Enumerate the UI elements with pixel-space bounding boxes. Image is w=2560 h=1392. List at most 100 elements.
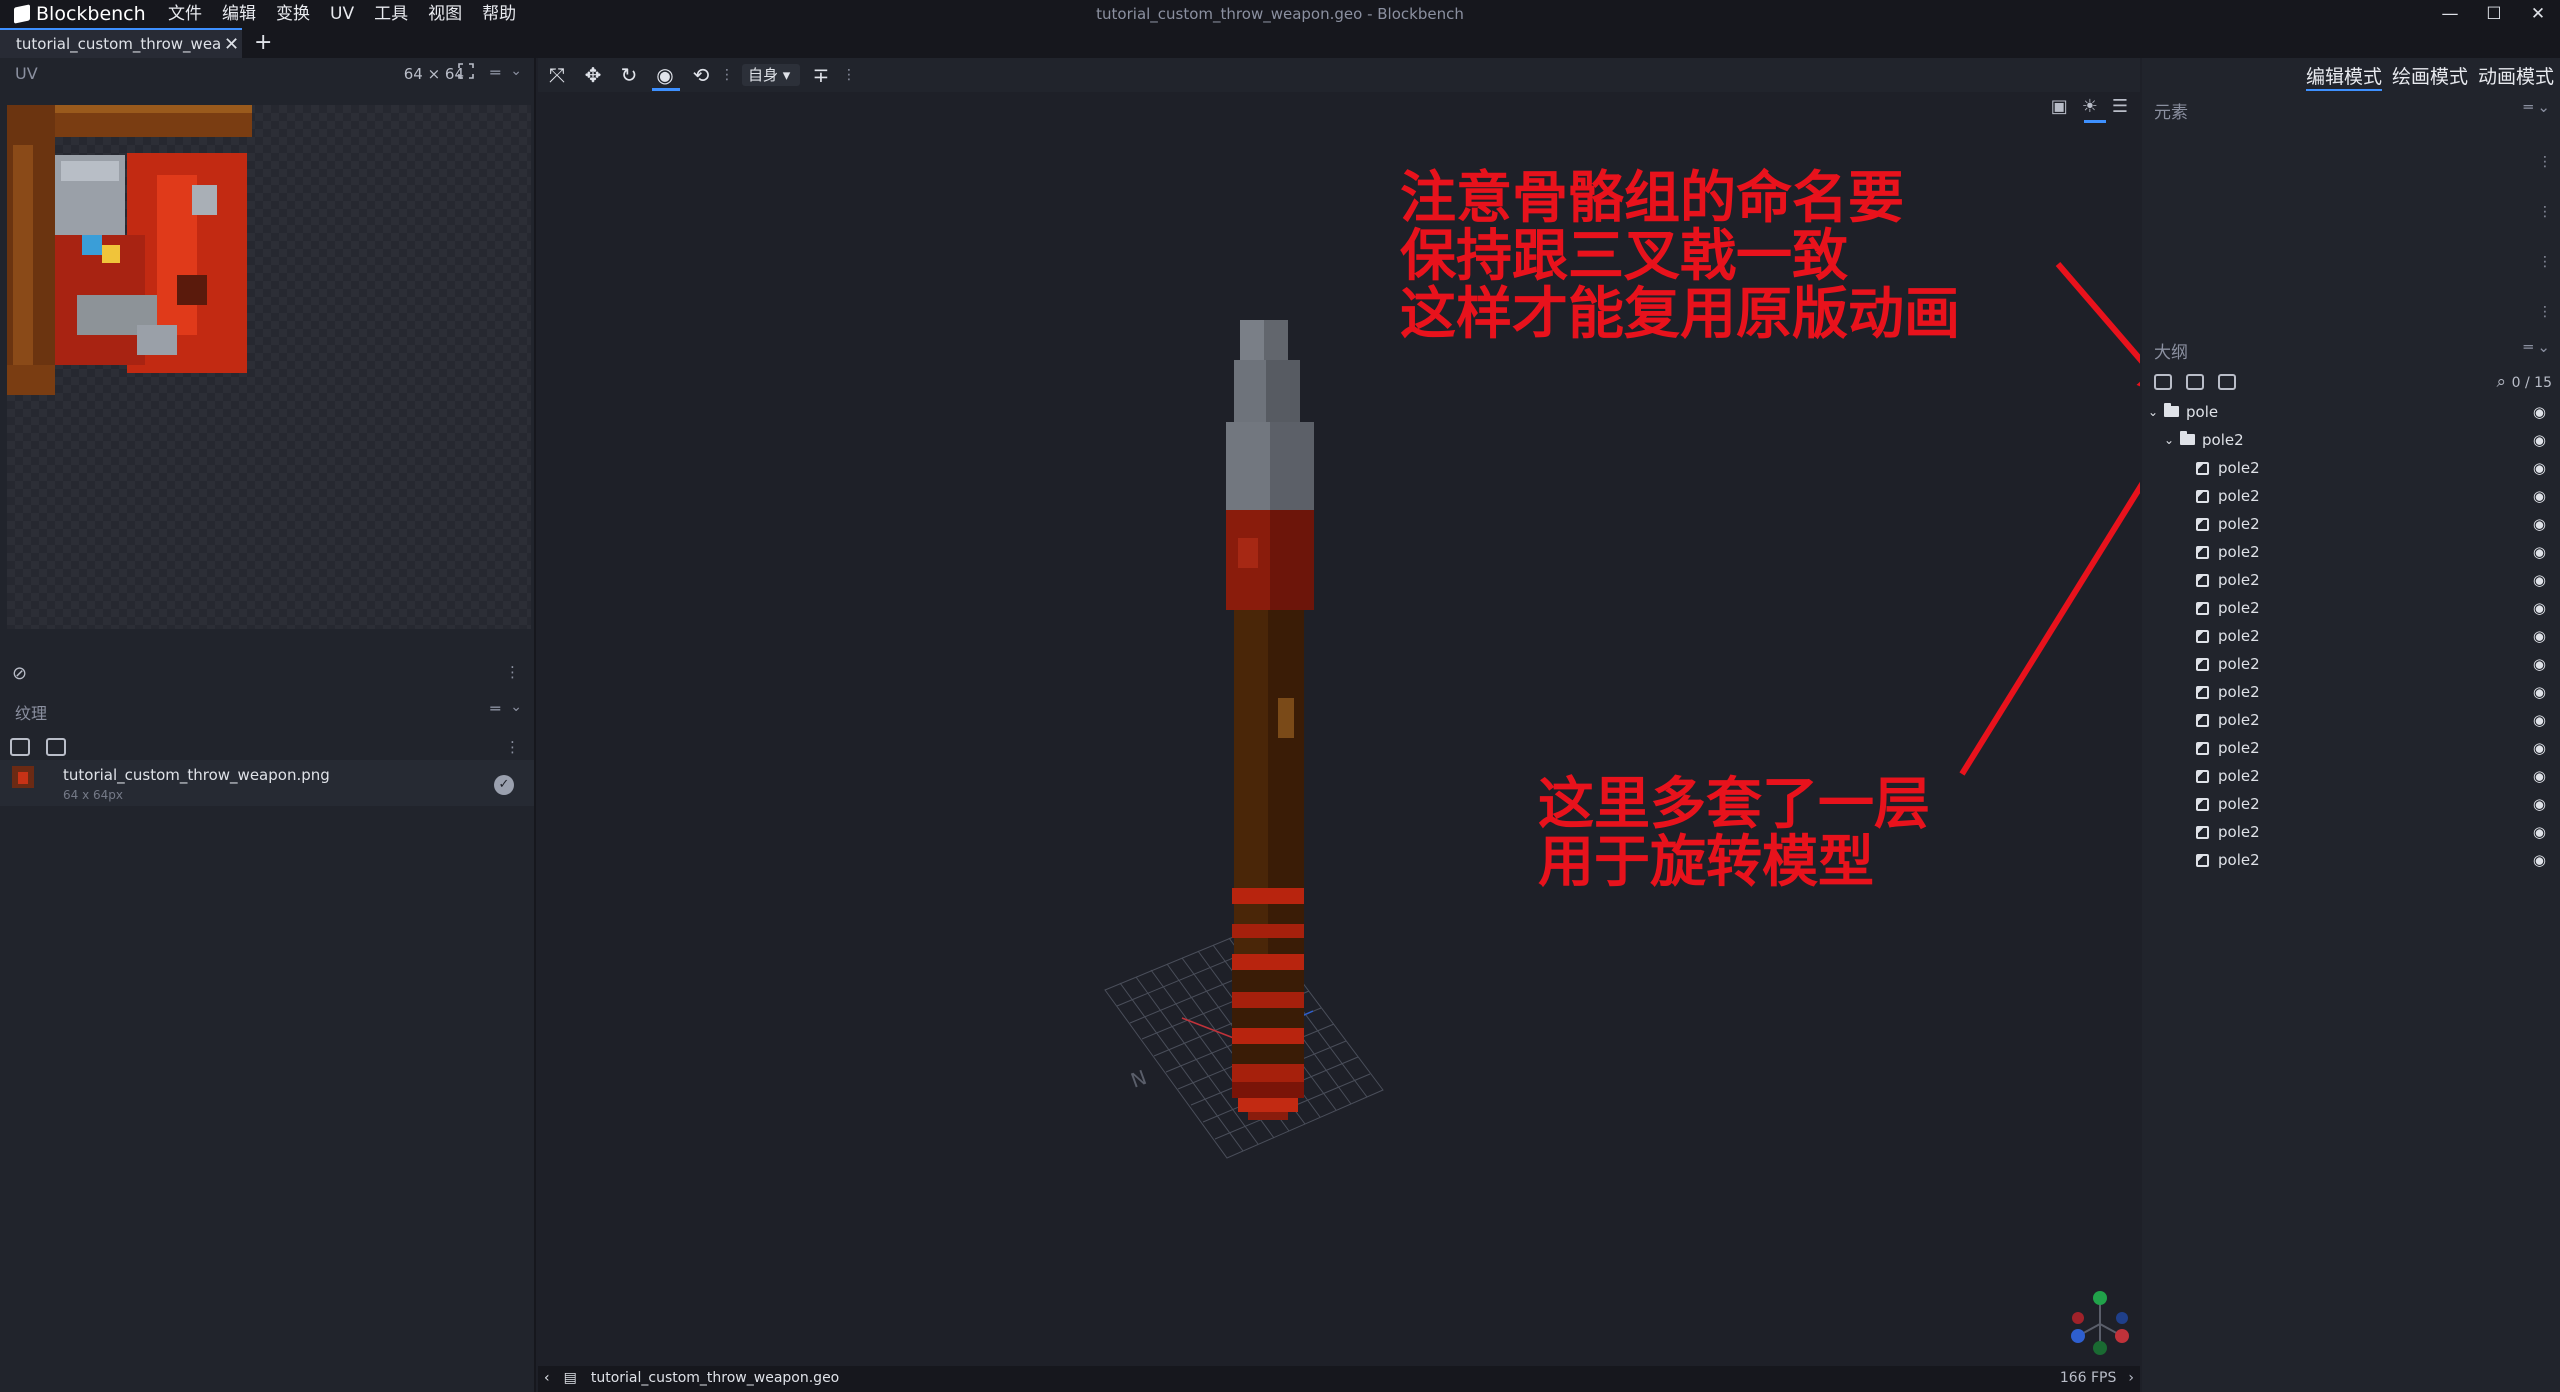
add-tab-button[interactable]: + [254,28,272,58]
viewport-menu-icon[interactable]: ☰ [2112,96,2128,117]
outliner-cube-row[interactable]: pole2 ◉ [2142,706,2560,734]
rotate-tool-icon[interactable]: ◉ [652,62,678,88]
screenshot-icon[interactable]: ▣ [2051,96,2068,117]
import-texture-icon[interactable] [10,738,30,756]
outliner-cube-row[interactable]: pole2 ◉ [2142,622,2560,650]
element-more-icon-4[interactable]: ⋮ [2538,304,2552,320]
pivot-tool-icon[interactable]: ⟲ [688,62,714,88]
outliner-cube-row[interactable]: pole2 ◉ [2142,566,2560,594]
menu-help[interactable]: 帮助 [472,0,526,28]
link-icon[interactable]: ⊘ [12,663,27,684]
outliner-cube-row[interactable]: pole2 ◉ [2142,734,2560,762]
visibility-eye-icon[interactable]: ◉ [2533,538,2546,566]
element-panel-collapse-icon[interactable]: ⌄ [2537,98,2550,116]
menu-tools[interactable]: 工具 [364,0,418,28]
annotation-arrows [1959,262,2140,776]
visibility-eye-icon[interactable]: ◉ [2533,762,2546,790]
outliner-cube-row[interactable]: pole2 ◉ [2142,454,2560,482]
create-texture-icon[interactable] [46,738,66,756]
outliner-cube-row[interactable]: pole2 ◉ [2142,678,2560,706]
collapse-all-icon[interactable] [2218,374,2236,390]
expand-chevron-icon[interactable]: ⌄ [2164,426,2174,454]
visibility-eye-icon[interactable]: ◉ [2533,426,2546,454]
trident-model [1226,320,1314,1120]
3d-viewport[interactable]: ⤧ ✥ ↻ ◉ ⟲ ⋮ 自身 ▾ ∓ ⋮ ▣ ☀ ☰ N 注意骨骼组的命名要 保… [538,58,2140,1366]
visibility-eye-icon[interactable]: ◉ [2533,818,2546,846]
visibility-eye-icon[interactable]: ◉ [2533,678,2546,706]
close-window-button[interactable]: ✕ [2516,0,2560,28]
visibility-eye-icon[interactable]: ◉ [2533,706,2546,734]
cube-icon [2196,854,2209,867]
maximize-button[interactable]: ☐ [2472,0,2516,28]
outliner-cube-row[interactable]: pole2 ◉ [2142,762,2560,790]
outliner-item-name: pole2 [2218,571,2260,589]
visibility-eye-icon[interactable]: ◉ [2533,510,2546,538]
orientation-gizmo[interactable] [2068,1290,2138,1360]
expand-chevron-icon[interactable]: ⌄ [2148,398,2158,426]
outliner-group-row[interactable]: ⌄ pole ◉ [2142,398,2560,426]
visibility-eye-icon[interactable]: ◉ [2533,790,2546,818]
element-more-icon-2[interactable]: ⋮ [2538,204,2552,220]
menu-file[interactable]: 文件 [158,0,212,28]
outliner-tree: ⌄ pole ◉ ⌄ pole2 ◉ pole2 ◉ pole2 ◉ pole2 ◉ pole2 ◉ pol… [2142,398,2560,874]
outliner-cube-row[interactable]: pole2 ◉ [2142,790,2560,818]
texture-name: tutorial_custom_throw_weapon.png [63,766,330,784]
visibility-eye-icon[interactable]: ◉ [2533,566,2546,594]
outliner-collapse-icon[interactable]: ⌄ [2537,338,2550,356]
visibility-eye-icon[interactable]: ◉ [2533,594,2546,622]
toolbar-more-icon[interactable]: ⋮ [836,62,862,88]
uv-panel-collapse-icon[interactable]: ⌄ [510,63,522,79]
texture-list-item[interactable]: tutorial_custom_throw_weapon.png 64 x 64… [0,760,534,806]
uv-panel-menu-icon[interactable]: ═ [490,63,500,82]
menu-uv[interactable]: UV [320,0,364,28]
mode-edit[interactable]: 编辑模式 [2305,62,2382,91]
chevron-left-icon[interactable]: ‹ [544,1370,550,1386]
outliner-cube-row[interactable]: pole2 ◉ [2142,510,2560,538]
visibility-eye-icon[interactable]: ◉ [2533,734,2546,762]
outliner-item-name: pole2 [2218,627,2260,645]
outliner-cube-row[interactable]: pole2 ◉ [2142,818,2560,846]
move-tool-icon[interactable]: ✥ [580,62,606,88]
visibility-eye-icon[interactable]: ◉ [2533,650,2546,678]
menu-view[interactable]: 视图 [418,0,472,28]
fullscreen-icon[interactable] [458,63,474,83]
visibility-eye-icon[interactable]: ◉ [2533,622,2546,650]
uv-editor-canvas[interactable] [7,105,531,629]
texture-panel-menu-icon[interactable]: ═ [490,699,500,718]
move-pivot-tool-icon[interactable]: ⤧ [544,62,570,88]
tab-project[interactable]: tutorial_custom_throw_weapc ✕ [0,28,242,58]
close-tab-icon[interactable]: ✕ [224,34,239,55]
outliner-cube-row[interactable]: pole2 ◉ [2142,650,2560,678]
outliner-cube-row[interactable]: pole2 ◉ [2142,482,2560,510]
outliner-group-row[interactable]: ⌄ pole2 ◉ [2142,426,2560,454]
outliner-cube-row[interactable]: pole2 ◉ [2142,538,2560,566]
element-more-icon-3[interactable]: ⋮ [2538,254,2552,270]
viewport-toolbar: ⤧ ✥ ↻ ◉ ⟲ ⋮ 自身 ▾ ∓ ⋮ [538,58,2140,92]
visibility-eye-icon[interactable]: ◉ [2533,454,2546,482]
texture-applied-check-icon[interactable]: ✓ [494,775,514,795]
mode-paint[interactable]: 绘画模式 [2392,62,2468,91]
visibility-eye-icon[interactable]: ◉ [2533,398,2546,426]
menu-transform[interactable]: 变换 [266,0,320,28]
outliner-cube-row[interactable]: pole2 ◉ [2142,594,2560,622]
transform-space-select[interactable]: 自身 ▾ [742,64,800,86]
search-icon[interactable]: ⌕ [2496,372,2506,392]
snap-tool-icon[interactable]: ∓ [808,62,834,88]
menu-edit[interactable]: 编辑 [212,0,266,28]
visibility-eye-icon[interactable]: ◉ [2533,846,2546,874]
element-more-icon-1[interactable]: ⋮ [2538,154,2552,170]
mode-animate[interactable]: 动画模式 [2478,62,2554,91]
texture-panel-collapse-icon[interactable]: ⌄ [510,699,522,715]
outliner-cube-row[interactable]: pole2 ◉ [2142,846,2560,874]
visibility-eye-icon[interactable]: ◉ [2533,482,2546,510]
element-panel-menu-icon[interactable]: ═ [2524,98,2533,116]
outliner-menu-icon[interactable]: ═ [2524,338,2533,356]
resize-tool-icon[interactable]: ↻ [616,62,642,88]
add-cube-icon[interactable] [2154,374,2172,390]
texture-more-icon[interactable]: ⋮ [505,738,520,756]
add-group-icon[interactable] [2186,374,2204,390]
lighting-icon[interactable]: ☀ [2082,96,2098,117]
chevron-right-icon[interactable]: › [2128,1370,2134,1386]
minimize-button[interactable]: — [2428,0,2472,28]
more-options-icon[interactable]: ⋮ [505,663,520,681]
